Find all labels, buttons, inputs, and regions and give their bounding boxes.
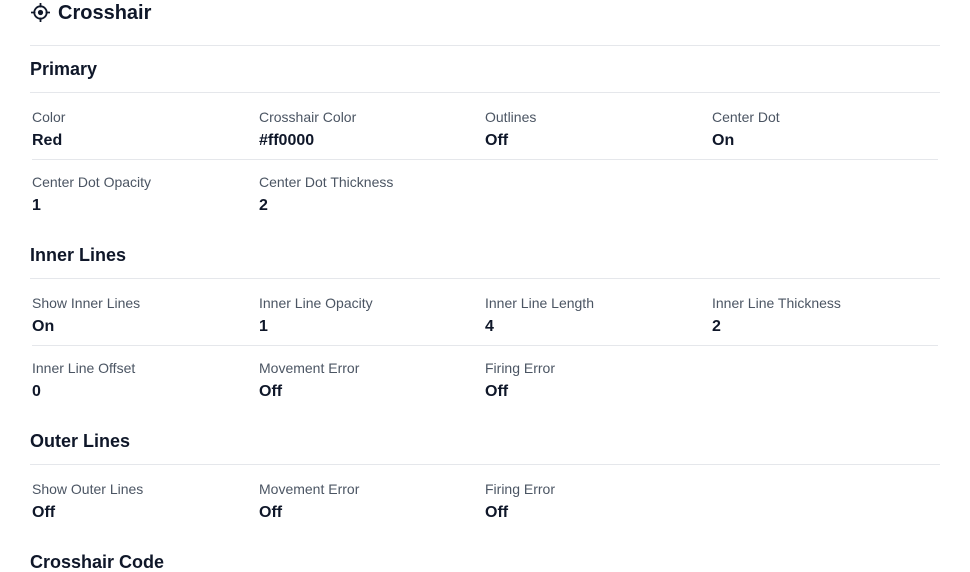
field-label: Inner Line Length — [485, 295, 594, 311]
section-title-outer-lines: Outer Lines — [30, 431, 131, 451]
field-center-dot-thickness: Center Dot Thickness 2 — [259, 173, 393, 216]
field-value: 2 — [259, 197, 268, 214]
field-label: Firing Error — [485, 481, 556, 497]
field-value: 0 — [32, 383, 41, 400]
field-value: 1 — [259, 318, 268, 335]
field-inner-line-opacity: Inner Line Opacity 1 — [259, 294, 373, 337]
field-value: Off — [485, 132, 509, 149]
field-value: 1 — [32, 197, 41, 214]
section-title-primary: Primary — [30, 59, 98, 79]
field-inner-line-thickness: Inner Line Thickness 2 — [712, 294, 841, 337]
field-center-dot: Center Dot On — [712, 108, 780, 151]
field-center-dot-opacity: Center Dot Opacity 1 — [32, 173, 151, 216]
field-label: Center Dot — [712, 109, 780, 125]
field-label: Firing Error — [485, 360, 556, 376]
page-title: Crosshair — [58, 2, 152, 24]
field-show-inner-lines: Show Inner Lines On — [32, 294, 140, 337]
field-outer-firing-error: Firing Error Off — [485, 480, 555, 523]
field-label: Movement Error — [259, 481, 360, 497]
field-value: 4 — [485, 318, 494, 335]
field-value: Off — [259, 383, 283, 400]
field-inner-movement-error: Movement Error Off — [259, 359, 359, 402]
field-value: Off — [259, 504, 283, 521]
field-value: On — [32, 318, 55, 335]
crosshair-settings-panel: Crosshair Primary Color Red Crosshair Co… — [0, 0, 970, 572]
field-crosshair-color: Crosshair Color #ff0000 — [259, 108, 356, 151]
section-divider — [30, 92, 940, 93]
field-value: Red — [32, 132, 63, 149]
field-label: Inner Line Offset — [32, 360, 136, 376]
field-label: Inner Line Opacity — [259, 295, 373, 311]
row-divider — [32, 345, 938, 346]
field-value: Off — [485, 383, 509, 400]
field-value: Off — [32, 504, 56, 521]
field-label: Center Dot Thickness — [259, 174, 394, 190]
field-inner-line-length: Inner Line Length 4 — [485, 294, 594, 337]
field-value: Off — [485, 504, 509, 521]
field-inner-firing-error: Firing Error Off — [485, 359, 555, 402]
field-label: Show Outer Lines — [32, 481, 144, 497]
field-label: Show Inner Lines — [32, 295, 141, 311]
section-divider — [30, 278, 940, 279]
field-inner-line-offset: Inner Line Offset 0 — [32, 359, 135, 402]
row-divider — [32, 159, 938, 160]
field-outer-movement-error: Movement Error Off — [259, 480, 359, 523]
section-title-crosshair-code: Crosshair Code — [30, 552, 165, 572]
field-label: Center Dot Opacity — [32, 174, 152, 190]
section-divider — [30, 464, 940, 465]
field-outlines: Outlines Off — [485, 108, 536, 151]
field-value: On — [712, 132, 735, 149]
panel-header: Crosshair — [30, 0, 940, 46]
field-value: 2 — [712, 318, 721, 335]
field-label: Inner Line Thickness — [712, 295, 841, 311]
field-color: Color Red — [32, 108, 65, 151]
field-label: Outlines — [485, 109, 537, 125]
field-label: Crosshair Color — [259, 109, 357, 125]
field-label: Color — [32, 109, 66, 125]
section-title-inner-lines: Inner Lines — [30, 245, 127, 265]
field-label: Movement Error — [259, 360, 360, 376]
field-show-outer-lines: Show Outer Lines Off — [32, 480, 143, 523]
crosshair-icon — [30, 2, 51, 23]
field-value: #ff0000 — [259, 132, 315, 149]
